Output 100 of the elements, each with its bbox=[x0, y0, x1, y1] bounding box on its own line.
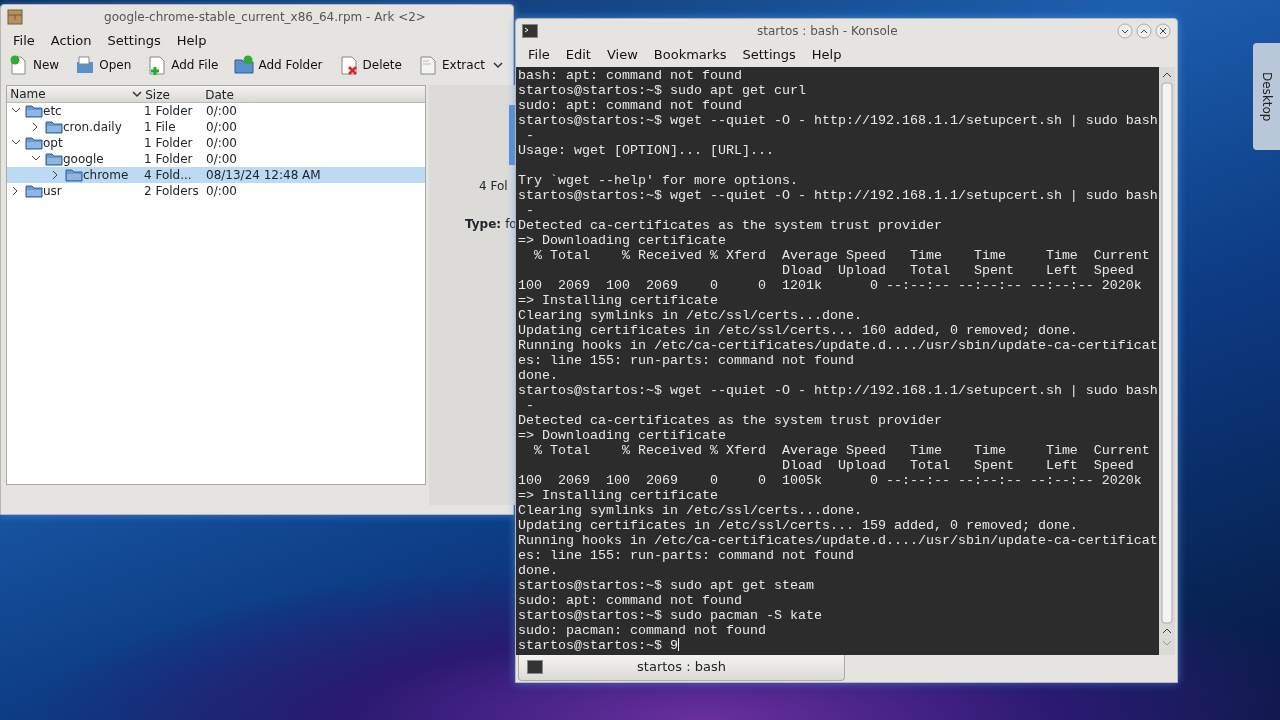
terminal-line: startos@startos:~$ wget --quiet -O - http://192.168.1.1/setupcert.sh | sudo bash bbox=[518, 382, 1157, 398]
menu-item[interactable]: Help bbox=[168, 31, 215, 51]
column-header[interactable]: Size bbox=[142, 86, 202, 102]
column-header[interactable]: Name bbox=[10, 85, 46, 103]
terminal-line: startos@startos:~$ sudo pacman -S kate bbox=[518, 607, 823, 623]
toolbar-button[interactable]: Extract bbox=[409, 52, 493, 77]
menu-item[interactable]: Settings bbox=[99, 31, 169, 51]
tree-row[interactable]: cron.daily 1 File 0/:00 bbox=[7, 119, 425, 135]
document-icon bbox=[417, 54, 438, 75]
terminal-line: => Downloading certificate bbox=[518, 232, 727, 248]
date-cell-text: 0/:00 bbox=[205, 135, 237, 152]
date-cell-text: 0/:00 bbox=[205, 119, 237, 136]
sort-icon[interactable] bbox=[132, 90, 142, 98]
terminal-line: es: line 155: run-parts: command not found bbox=[518, 547, 855, 563]
terminal-line: Updating certificates in /etc/ssl/certs... 159 added, 0 removed; done. bbox=[518, 517, 1079, 533]
size-cell-text: 1 Folder bbox=[143, 103, 194, 120]
folder-icon bbox=[25, 184, 43, 198]
new-document-icon bbox=[9, 54, 29, 75]
terminal-line: es: line 155: run-parts: command not found bbox=[518, 352, 855, 368]
folder-icon bbox=[65, 168, 83, 182]
terminal-line: bash: apt: command not found bbox=[518, 67, 743, 83]
terminal-line: sudo: pacman: command not found bbox=[518, 622, 767, 638]
desktop-tab[interactable]: Desktop bbox=[1253, 43, 1280, 150]
date-cell-text: 0/:00 bbox=[205, 103, 237, 120]
tree-row[interactable]: opt 1 Folder 0/:00 bbox=[7, 135, 425, 151]
size-cell-text: 4 Fold... bbox=[143, 167, 193, 184]
menu-item[interactable]: Settings bbox=[734, 45, 804, 65]
toolbar-button[interactable]: New bbox=[1, 52, 68, 77]
terminal-line: Usage: wget [OPTION]... [URL]... bbox=[518, 142, 775, 158]
terminal-line: sudo: apt: command not found bbox=[518, 592, 743, 608]
menu-item[interactable]: Bookmarks bbox=[645, 45, 735, 65]
date-cell-text: 0/:00 bbox=[205, 151, 237, 168]
delete-icon bbox=[338, 54, 359, 75]
file-name: opt bbox=[43, 135, 63, 152]
terminal-icon bbox=[527, 660, 543, 674]
terminal-line: Dload Upload Total Spent Left Speed bbox=[780, 457, 1135, 473]
terminal-line: Running hooks in /etc/ca-certificates/update.d..../usr/sbin/update-ca-certificat bbox=[518, 532, 1157, 548]
file-name: chrome bbox=[83, 167, 129, 184]
size-cell-text: 2 Folders bbox=[143, 183, 200, 200]
date-cell-text: 0/:00 bbox=[205, 183, 237, 200]
terminal-line: - bbox=[525, 202, 535, 218]
text-cursor bbox=[677, 638, 679, 652]
file-name: cron.daily bbox=[63, 119, 122, 136]
terminal-line: Detected ca-certificates as the system trust provider bbox=[518, 412, 943, 428]
terminal-line: startos@startos:~$ sudo apt get steam bbox=[518, 577, 815, 593]
terminal-tab[interactable]: startos : bash bbox=[518, 654, 845, 681]
folder-icon bbox=[45, 152, 63, 166]
caret-icon[interactable] bbox=[492, 60, 503, 69]
close-icon[interactable] bbox=[1155, 23, 1171, 39]
tree-row[interactable]: usr 2 Folders 0/:00 bbox=[7, 183, 425, 199]
toolbar-button[interactable]: Add File bbox=[139, 52, 227, 77]
terminal-line: Updating certificates in /etc/ssl/certs... 160 added, 0 removed; done. bbox=[518, 322, 1079, 338]
folder-icon bbox=[25, 136, 43, 150]
toolbar-button[interactable]: Delete bbox=[330, 52, 410, 77]
folder-icon bbox=[25, 104, 43, 118]
file-name: etc bbox=[43, 103, 62, 120]
size-cell-text: 1 Folder bbox=[143, 135, 194, 152]
terminal-line: % Total % Received % Xferd Average Speed Time Time Time Current bbox=[533, 247, 1151, 263]
menu-item[interactable]: Edit bbox=[557, 45, 599, 65]
menu-item[interactable]: Action bbox=[42, 31, 100, 51]
toolbar-button[interactable]: Add Folder bbox=[226, 52, 331, 77]
terminal-line: startos@startos:~$ wget --quiet -O - http://192.168.1.1/setupcert.sh | sudo bash bbox=[518, 187, 1157, 203]
terminal-line: 100 2069 100 2069 0 0 1005k 0 --:--:-- --:--:-- --:--:-- 2020k bbox=[518, 472, 1143, 488]
terminal-line: Try `wget --help' for more options. bbox=[518, 172, 799, 188]
terminal-line: => Installing certificate bbox=[518, 292, 719, 308]
menu-item[interactable]: File bbox=[5, 31, 43, 51]
type-label: Type: bbox=[465, 216, 502, 233]
terminal-line: startos@startos:~$ wget --quiet -O - http://192.168.1.1/setupcert.sh | sudo bash bbox=[518, 112, 1157, 128]
column-header[interactable]: Date bbox=[202, 86, 234, 102]
minimize-icon[interactable] bbox=[1116, 23, 1133, 39]
archive-icon bbox=[7, 9, 23, 25]
scrollbar[interactable] bbox=[1159, 66, 1175, 655]
tree-row[interactable]: etc 1 Folder 0/:00 bbox=[7, 103, 425, 119]
terminal-line: startos@startos:~$ sudo apt get curl bbox=[518, 82, 807, 98]
terminal-line: Clearing symlinks in /etc/ssl/certs...done. bbox=[518, 307, 863, 323]
terminal[interactable] bbox=[516, 66, 1159, 655]
terminal-line: Clearing symlinks in /etc/ssl/certs...done. bbox=[518, 502, 863, 518]
menu-item[interactable]: File bbox=[520, 45, 558, 65]
menu-item[interactable]: View bbox=[598, 45, 646, 65]
tree-row[interactable]: google 1 Folder 0/:00 bbox=[7, 151, 425, 167]
window-title: google-chrome-stable_current_x86_64.rpm - Ark <2> bbox=[103, 9, 427, 26]
item-count: 4 Fol bbox=[478, 178, 509, 195]
size-cell-text: 1 File bbox=[143, 119, 177, 136]
window-title: startos : bash - Konsole bbox=[756, 23, 899, 40]
terminal-line: Running hooks in /etc/ca-certificates/update.d..../usr/sbin/update-ca-certificat bbox=[518, 337, 1157, 353]
terminal-line: => Downloading certificate bbox=[518, 427, 727, 443]
tree-row[interactable]: chrome 4 Fold... 08/13/24 12:48 AM bbox=[7, 167, 425, 183]
folder-icon bbox=[45, 120, 63, 134]
terminal-line: - bbox=[525, 127, 535, 143]
terminal-line: 100 2069 100 2069 0 0 1201k 0 --:--:-- --:--:-- --:--:-- 2020k bbox=[518, 277, 1143, 293]
add-file-icon bbox=[147, 54, 168, 75]
terminal-line: - bbox=[525, 397, 535, 413]
file-name: usr bbox=[43, 183, 62, 200]
terminal-line: Detected ca-certificates as the system trust provider bbox=[518, 217, 943, 233]
date-cell-text: 08/13/24 12:48 AM bbox=[205, 167, 321, 184]
add-folder-icon bbox=[234, 54, 255, 75]
toolbar-button[interactable]: Open bbox=[67, 52, 140, 77]
terminal-line: startos@startos:~$ 9 bbox=[518, 637, 680, 653]
terminal-line: Dload Upload Total Spent Left Speed bbox=[780, 262, 1135, 278]
menu-item[interactable]: Help bbox=[803, 45, 850, 65]
